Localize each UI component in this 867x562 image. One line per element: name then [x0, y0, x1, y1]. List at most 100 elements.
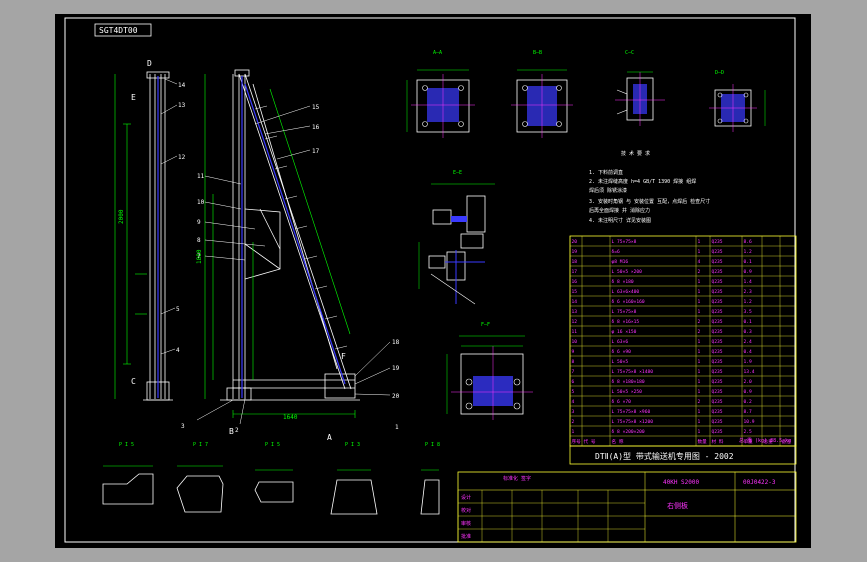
parts-cell: 18	[572, 259, 578, 265]
parts-cell: 0.1	[744, 319, 753, 325]
parts-cell: δ 6 ×160×160	[612, 299, 645, 305]
parts-cell: 0.2	[744, 399, 753, 405]
parts-cell: δ 6 ×70	[612, 399, 632, 405]
note-4: 4. 未注明尺寸 详见安装图	[589, 217, 651, 224]
detail-label-4: P I 3	[345, 442, 360, 448]
parts-cell: 2	[698, 269, 701, 275]
frame-width-dimension: 1640	[283, 414, 298, 421]
parts-cell: 13	[572, 309, 578, 315]
part-name: 右侧板	[667, 501, 688, 510]
balloon-3: 3	[181, 423, 185, 430]
parts-cell: 13.4	[744, 369, 755, 375]
parts-cell: 0.1	[744, 259, 753, 265]
parts-header-cell: 数量	[698, 438, 708, 445]
parts-cell: 15	[572, 289, 578, 295]
parts-cell: δ 6 ×90	[612, 349, 632, 355]
parts-cell: 14	[572, 299, 578, 305]
parts-cell: 10	[572, 339, 578, 345]
parts-cell: L 50×5 ×250	[612, 389, 643, 395]
revision-row-label: 校对	[461, 507, 471, 514]
diagonal-ribs	[254, 105, 348, 350]
parts-cell: Q235	[712, 389, 723, 395]
parts-cell: 5	[572, 389, 575, 395]
parts-cell: 1	[698, 389, 701, 395]
parts-cell: 1.4	[744, 279, 753, 285]
drawing-sheet: SGT4DT00 2000 1640 1880 14 13 12 5 4 15 …	[55, 14, 811, 548]
section-label-e: E—E	[453, 170, 462, 176]
parts-cell: φ 16 ×150	[612, 329, 637, 335]
parts-cell: Q235	[712, 409, 723, 415]
diagonal-centerline	[244, 83, 346, 385]
balloon-20: 20	[392, 393, 400, 400]
parts-header-cell: 材 料	[712, 438, 724, 445]
letter-a: A	[327, 433, 332, 442]
parts-cell: L 75×75×8	[612, 309, 637, 315]
parts-cell: 1	[698, 359, 701, 365]
letter-c: C	[131, 377, 136, 386]
section-label-f: F—F	[481, 322, 490, 328]
parts-cell: Q235	[712, 359, 723, 365]
parts-cell: L 75×75×8	[612, 239, 637, 245]
parts-cell: 3	[572, 409, 575, 415]
balloon-14: 14	[178, 82, 186, 89]
balloon-18: 18	[392, 339, 400, 346]
parts-cell: 1	[698, 419, 701, 425]
parts-cell: Q235	[712, 369, 723, 375]
parts-cell: 1	[698, 409, 701, 415]
parts-header-cell: 名 称	[612, 438, 624, 445]
balloon-numbers: 14 13 12 5 4 15 16 17 11 10 9 8 7 18 19 …	[176, 82, 400, 434]
parts-cell: 2	[698, 319, 701, 325]
parts-list-table: 20 L 75×75×8 1 Q235 8.619 δ=6 1 Q235 1.218 φ8 M16…	[569, 235, 797, 447]
parts-cell: 2	[572, 419, 575, 425]
parts-cell: Q235	[712, 269, 723, 275]
section-view-e: E—E	[418, 170, 495, 305]
section-label-b: B—B	[533, 50, 542, 56]
parts-cell: 11	[572, 329, 578, 335]
parts-cell: 1	[698, 299, 701, 305]
parts-header-cell: 序号	[572, 438, 582, 445]
parts-cell: 1	[698, 289, 701, 295]
series-title: DTⅡ(A)型 带式输送机专用图 - 2002	[595, 451, 734, 461]
parts-cell: 0.3	[744, 329, 753, 335]
balloon-16: 16	[312, 124, 320, 131]
parts-cell: 2.5	[744, 429, 753, 435]
parts-cell: L 63×6	[612, 339, 629, 345]
balloon-9: 9	[197, 219, 201, 226]
parts-cell: L 75×75×8 ×1480	[612, 369, 654, 375]
parts-cell: 9	[572, 349, 575, 355]
parts-cell: 8	[572, 359, 575, 365]
parts-cell: 1.2	[744, 299, 753, 305]
post-dimension-text: 2000	[118, 209, 125, 224]
section-view-f: F—F	[446, 322, 533, 420]
letter-b: B	[229, 427, 234, 436]
parts-cell: 3.5	[744, 309, 753, 315]
balloon-2: 2	[235, 427, 239, 434]
parts-cell: Q235	[712, 239, 723, 245]
parts-cell: Q235	[712, 339, 723, 345]
balloon-5: 5	[176, 306, 180, 313]
parts-cell: L 75×75×8 ×1200	[612, 419, 654, 425]
post-dimensions	[114, 74, 147, 399]
note-2b: 焊后须 除锈涂漆	[589, 187, 627, 194]
section-view-d: D—D	[709, 70, 766, 132]
parts-cell: 0.4	[744, 349, 753, 355]
balloon-15: 15	[312, 104, 320, 111]
parts-cell: 2	[698, 329, 701, 335]
parts-cell: Q235	[712, 249, 723, 255]
parts-cell: L 50×5 ×200	[612, 269, 643, 275]
note-1: 1. 下料前调直	[589, 169, 623, 176]
parts-cell: 4	[698, 259, 701, 265]
parts-cell: Q235	[712, 349, 723, 355]
parts-cell: 1	[572, 429, 575, 435]
parts-cell: Q235	[712, 429, 723, 435]
parts-cell: 20	[572, 239, 578, 245]
section-view-c: C—C	[615, 50, 665, 126]
letter-e: E	[131, 93, 136, 102]
parts-cell: Q235	[712, 289, 723, 295]
parts-cell: 2	[698, 399, 701, 405]
weight-row: 总 重 (kg) 38.5 kg	[739, 437, 791, 444]
parts-cell: 0.9	[744, 389, 753, 395]
parts-cell: 1	[698, 279, 701, 285]
note-2: 2. 未注焊缝高度 h=4 GB/T 1390 焊接 组焊	[589, 178, 696, 185]
parts-cell: 2.4	[744, 339, 753, 345]
